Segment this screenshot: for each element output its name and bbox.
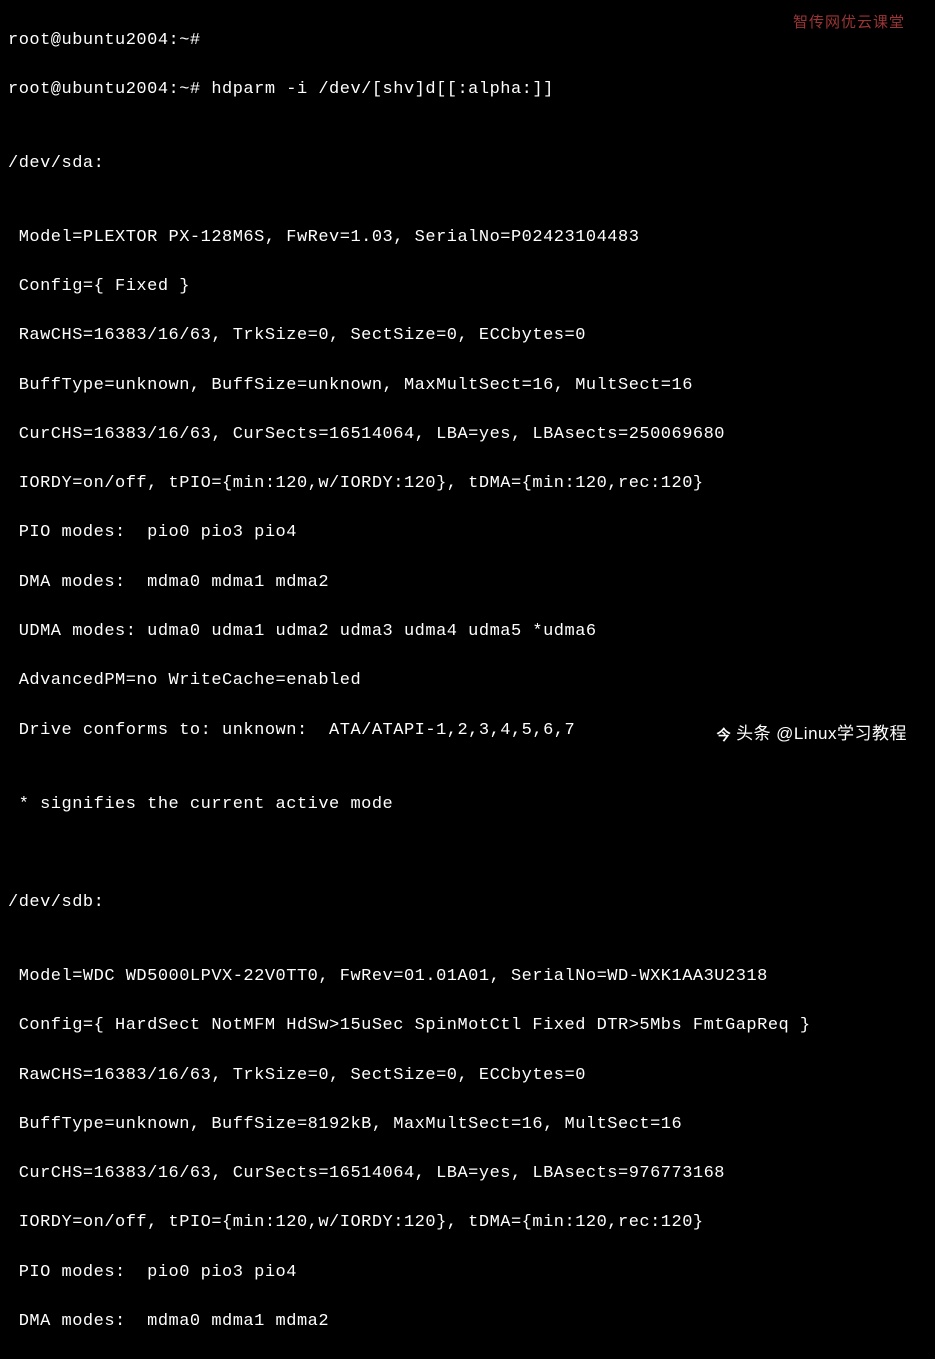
watermark-top: 智传网优云课堂 [793, 12, 905, 34]
output-line: RawCHS=16383/16/63, TrkSize=0, SectSize=… [8, 1064, 927, 1089]
output-line: Config={ Fixed } [8, 275, 927, 300]
watermark-bottom: 今 头条 @Linux学习教程 [717, 722, 907, 747]
prompt-line: root@ubuntu2004:~# [8, 29, 927, 54]
output-line: DMA modes: mdma0 mdma1 mdma2 [8, 571, 927, 596]
output-line: DMA modes: mdma0 mdma1 mdma2 [8, 1310, 927, 1335]
device-header-sdb: /dev/sdb: [8, 891, 927, 916]
output-line: Model=PLEXTOR PX-128M6S, FwRev=1.03, Ser… [8, 226, 927, 251]
output-line: Model=WDC WD5000LPVX-22V0TT0, FwRev=01.0… [8, 965, 927, 990]
output-line: BuffType=unknown, BuffSize=unknown, MaxM… [8, 374, 927, 399]
output-line: PIO modes: pio0 pio3 pio4 [8, 1261, 927, 1286]
note-line: * signifies the current active mode [8, 793, 927, 818]
output-line: BuffType=unknown, BuffSize=8192kB, MaxMu… [8, 1113, 927, 1138]
watermark-prefix: 头条 [736, 722, 771, 747]
terminal-output[interactable]: root@ubuntu2004:~# root@ubuntu2004:~# hd… [8, 4, 927, 1359]
command-line: root@ubuntu2004:~# hdparm -i /dev/[shv]d… [8, 78, 927, 103]
output-line: Config={ HardSect NotMFM HdSw>15uSec Spi… [8, 1014, 927, 1039]
output-line: UDMA modes: udma0 udma1 udma2 udma3 udma… [8, 620, 927, 645]
device-header-sda: /dev/sda: [8, 152, 927, 177]
output-line: IORDY=on/off, tPIO={min:120,w/IORDY:120}… [8, 1211, 927, 1236]
output-line: AdvancedPM=no WriteCache=enabled [8, 669, 927, 694]
output-line: IORDY=on/off, tPIO={min:120,w/IORDY:120}… [8, 472, 927, 497]
output-line: CurCHS=16383/16/63, CurSects=16514064, L… [8, 423, 927, 448]
watermark-handle: @Linux学习教程 [776, 722, 907, 747]
output-line: RawCHS=16383/16/63, TrkSize=0, SectSize=… [8, 324, 927, 349]
output-line: PIO modes: pio0 pio3 pio4 [8, 521, 927, 546]
output-line: CurCHS=16383/16/63, CurSects=16514064, L… [8, 1162, 927, 1187]
toutiao-icon: 今 [717, 725, 732, 745]
